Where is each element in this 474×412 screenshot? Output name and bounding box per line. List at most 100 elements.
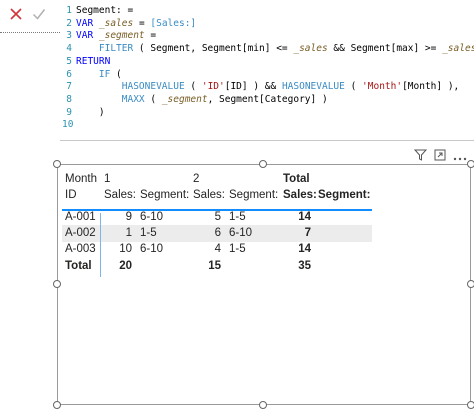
- filter-button[interactable]: [413, 149, 428, 164]
- segment-cell: 1-5: [229, 211, 246, 223]
- code-token: _sales: [442, 43, 474, 55]
- code-token: (: [110, 68, 122, 80]
- code-line[interactable]: 5 RETURN: [60, 55, 474, 68]
- code-token: _sales: [293, 43, 328, 55]
- row-header-id-value[interactable]: A-001: [65, 209, 96, 226]
- code-line[interactable]: 1 Segment: =: [60, 4, 474, 17]
- code-line[interactable]: 7 HASONEVALUE ( 'ID'[ID] ) && HASONEVALU…: [60, 80, 474, 93]
- code-token: ): [76, 106, 105, 118]
- code-text: MAXX ( _segment, Segment[Category] ): [76, 93, 328, 106]
- resize-handle-bottom-left[interactable]: [53, 401, 61, 409]
- sales-cell: 1: [125, 227, 132, 239]
- visual-header: [410, 149, 470, 164]
- code-text: FILTER ( Segment, Segment[min] <= _sales…: [76, 42, 474, 55]
- code-token: FILTER: [76, 43, 134, 55]
- total-sales-cell: 14: [298, 211, 311, 223]
- code-token: [Sales:]: [150, 17, 197, 29]
- code-token: [Month] ),: [402, 81, 460, 93]
- resize-handle-bottom[interactable]: [259, 401, 267, 409]
- segment-cell: 6-10: [140, 211, 164, 223]
- line-number: 10: [62, 119, 74, 131]
- line-number: 8: [66, 93, 72, 105]
- column-header-segment-1[interactable]: Segment:: [140, 187, 189, 204]
- grand-total-sales-cell: 35: [298, 260, 311, 272]
- row-header-id-value[interactable]: A-002: [65, 225, 96, 242]
- total-row-label[interactable]: Total: [65, 258, 92, 275]
- code-text: HASONEVALUE ( 'ID'[ID] ) && HASONEVALUE …: [76, 80, 460, 93]
- code-token: =: [133, 17, 151, 29]
- code-token: , Segment[Category] ): [207, 93, 328, 105]
- code-token: RETURN: [76, 55, 111, 67]
- code-token: MAXX: [76, 93, 145, 105]
- line-number: 3: [66, 30, 72, 42]
- code-token: (: [344, 81, 363, 93]
- formula-bar-actions: [0, 0, 60, 36]
- row-header-id-value[interactable]: A-003: [65, 241, 96, 258]
- resize-handle-top[interactable]: [259, 160, 267, 168]
- column-header-month[interactable]: Month: [65, 171, 97, 188]
- code-line[interactable]: 2 VAR _sales = [Sales:]: [60, 17, 474, 30]
- column-header-total-segment[interactable]: Segment:: [318, 187, 370, 204]
- segment-cell: 6-10: [140, 243, 164, 255]
- code-token: && Segment[max] >=: [327, 43, 443, 55]
- line-number: 2: [66, 17, 72, 29]
- code-token: 'ID': [201, 81, 225, 93]
- total-sales-cell: 7: [304, 227, 311, 239]
- code-text: VAR _segment =: [76, 29, 156, 42]
- code-token: _segment: [161, 93, 208, 105]
- total-sales-cell: 20: [119, 260, 132, 272]
- code-token: HASONEVALUE: [76, 81, 185, 93]
- code-line[interactable]: 9 ): [60, 106, 474, 119]
- resize-handle-top-right[interactable]: [467, 160, 474, 168]
- code-token: VAR: [76, 30, 99, 42]
- resize-handle-top-left[interactable]: [53, 160, 61, 168]
- code-line[interactable]: 4 FILTER ( Segment, Segment[min] <= _sal…: [60, 42, 474, 55]
- column-header-month-2[interactable]: 2: [193, 171, 199, 188]
- sales-cell: 5: [214, 211, 221, 223]
- code-token: _segment: [98, 30, 145, 42]
- resize-handle-bottom-right[interactable]: [467, 401, 474, 409]
- row-header-id[interactable]: ID: [65, 187, 77, 204]
- check-icon: [32, 7, 46, 21]
- sales-cell: 10: [119, 243, 132, 255]
- sales-cell: 4: [214, 243, 221, 255]
- line-number: 5: [66, 55, 72, 67]
- dax-formula-editor[interactable]: 1 Segment: = 2 VAR _sales = [Sales:] 3 VAR _s…: [60, 0, 474, 141]
- line-number: 4: [66, 43, 72, 55]
- focus-mode-button[interactable]: [434, 149, 446, 164]
- code-text: IF (: [76, 68, 122, 81]
- row-header-divider: [100, 213, 101, 277]
- sales-cell: 6: [214, 227, 221, 239]
- column-header-segment-2[interactable]: Segment:: [229, 187, 278, 204]
- code-token: (: [184, 81, 202, 93]
- code-line[interactable]: 3 VAR _segment =: [60, 29, 474, 42]
- code-text: VAR _sales = [Sales:]: [76, 17, 196, 30]
- resize-handle-left[interactable]: [53, 280, 61, 288]
- commit-button[interactable]: [29, 4, 49, 24]
- column-header-sales-2[interactable]: Sales:: [193, 187, 225, 204]
- code-text: ): [76, 106, 105, 119]
- resize-handle-right[interactable]: [467, 280, 474, 288]
- column-header-total[interactable]: Total: [283, 171, 310, 188]
- segment-cell: 1-5: [140, 227, 157, 239]
- code-line[interactable]: 6 IF (: [60, 68, 474, 81]
- line-number: 7: [66, 81, 72, 93]
- column-header-total-sales[interactable]: Sales:: [283, 187, 317, 204]
- cancel-button[interactable]: [6, 4, 26, 24]
- code-token: _sales: [98, 17, 134, 29]
- code-token: =: [144, 30, 157, 42]
- code-token: VAR: [76, 17, 99, 29]
- code-token: ( Segment, Segment[min] <=: [133, 43, 294, 55]
- column-header-sales-1[interactable]: Sales:: [104, 187, 136, 204]
- matrix-table: Month 1 2 Total ID Sales: Segment: Sales…: [58, 165, 470, 404]
- matrix-visual[interactable]: Month 1 2 Total ID Sales: Segment: Sales…: [53, 160, 474, 409]
- code-token: (: [144, 93, 162, 105]
- code-line[interactable]: 8 MAXX ( _segment, Segment[Category] ): [60, 93, 474, 106]
- code-token: [ID] ) &&: [224, 81, 282, 93]
- more-options-button[interactable]: [453, 150, 467, 164]
- code-token: 'Month': [362, 81, 403, 93]
- line-number: 6: [66, 68, 72, 80]
- column-header-month-1[interactable]: 1: [104, 171, 110, 188]
- code-line[interactable]: 10: [60, 118, 474, 131]
- code-text: Segment: =: [76, 4, 133, 17]
